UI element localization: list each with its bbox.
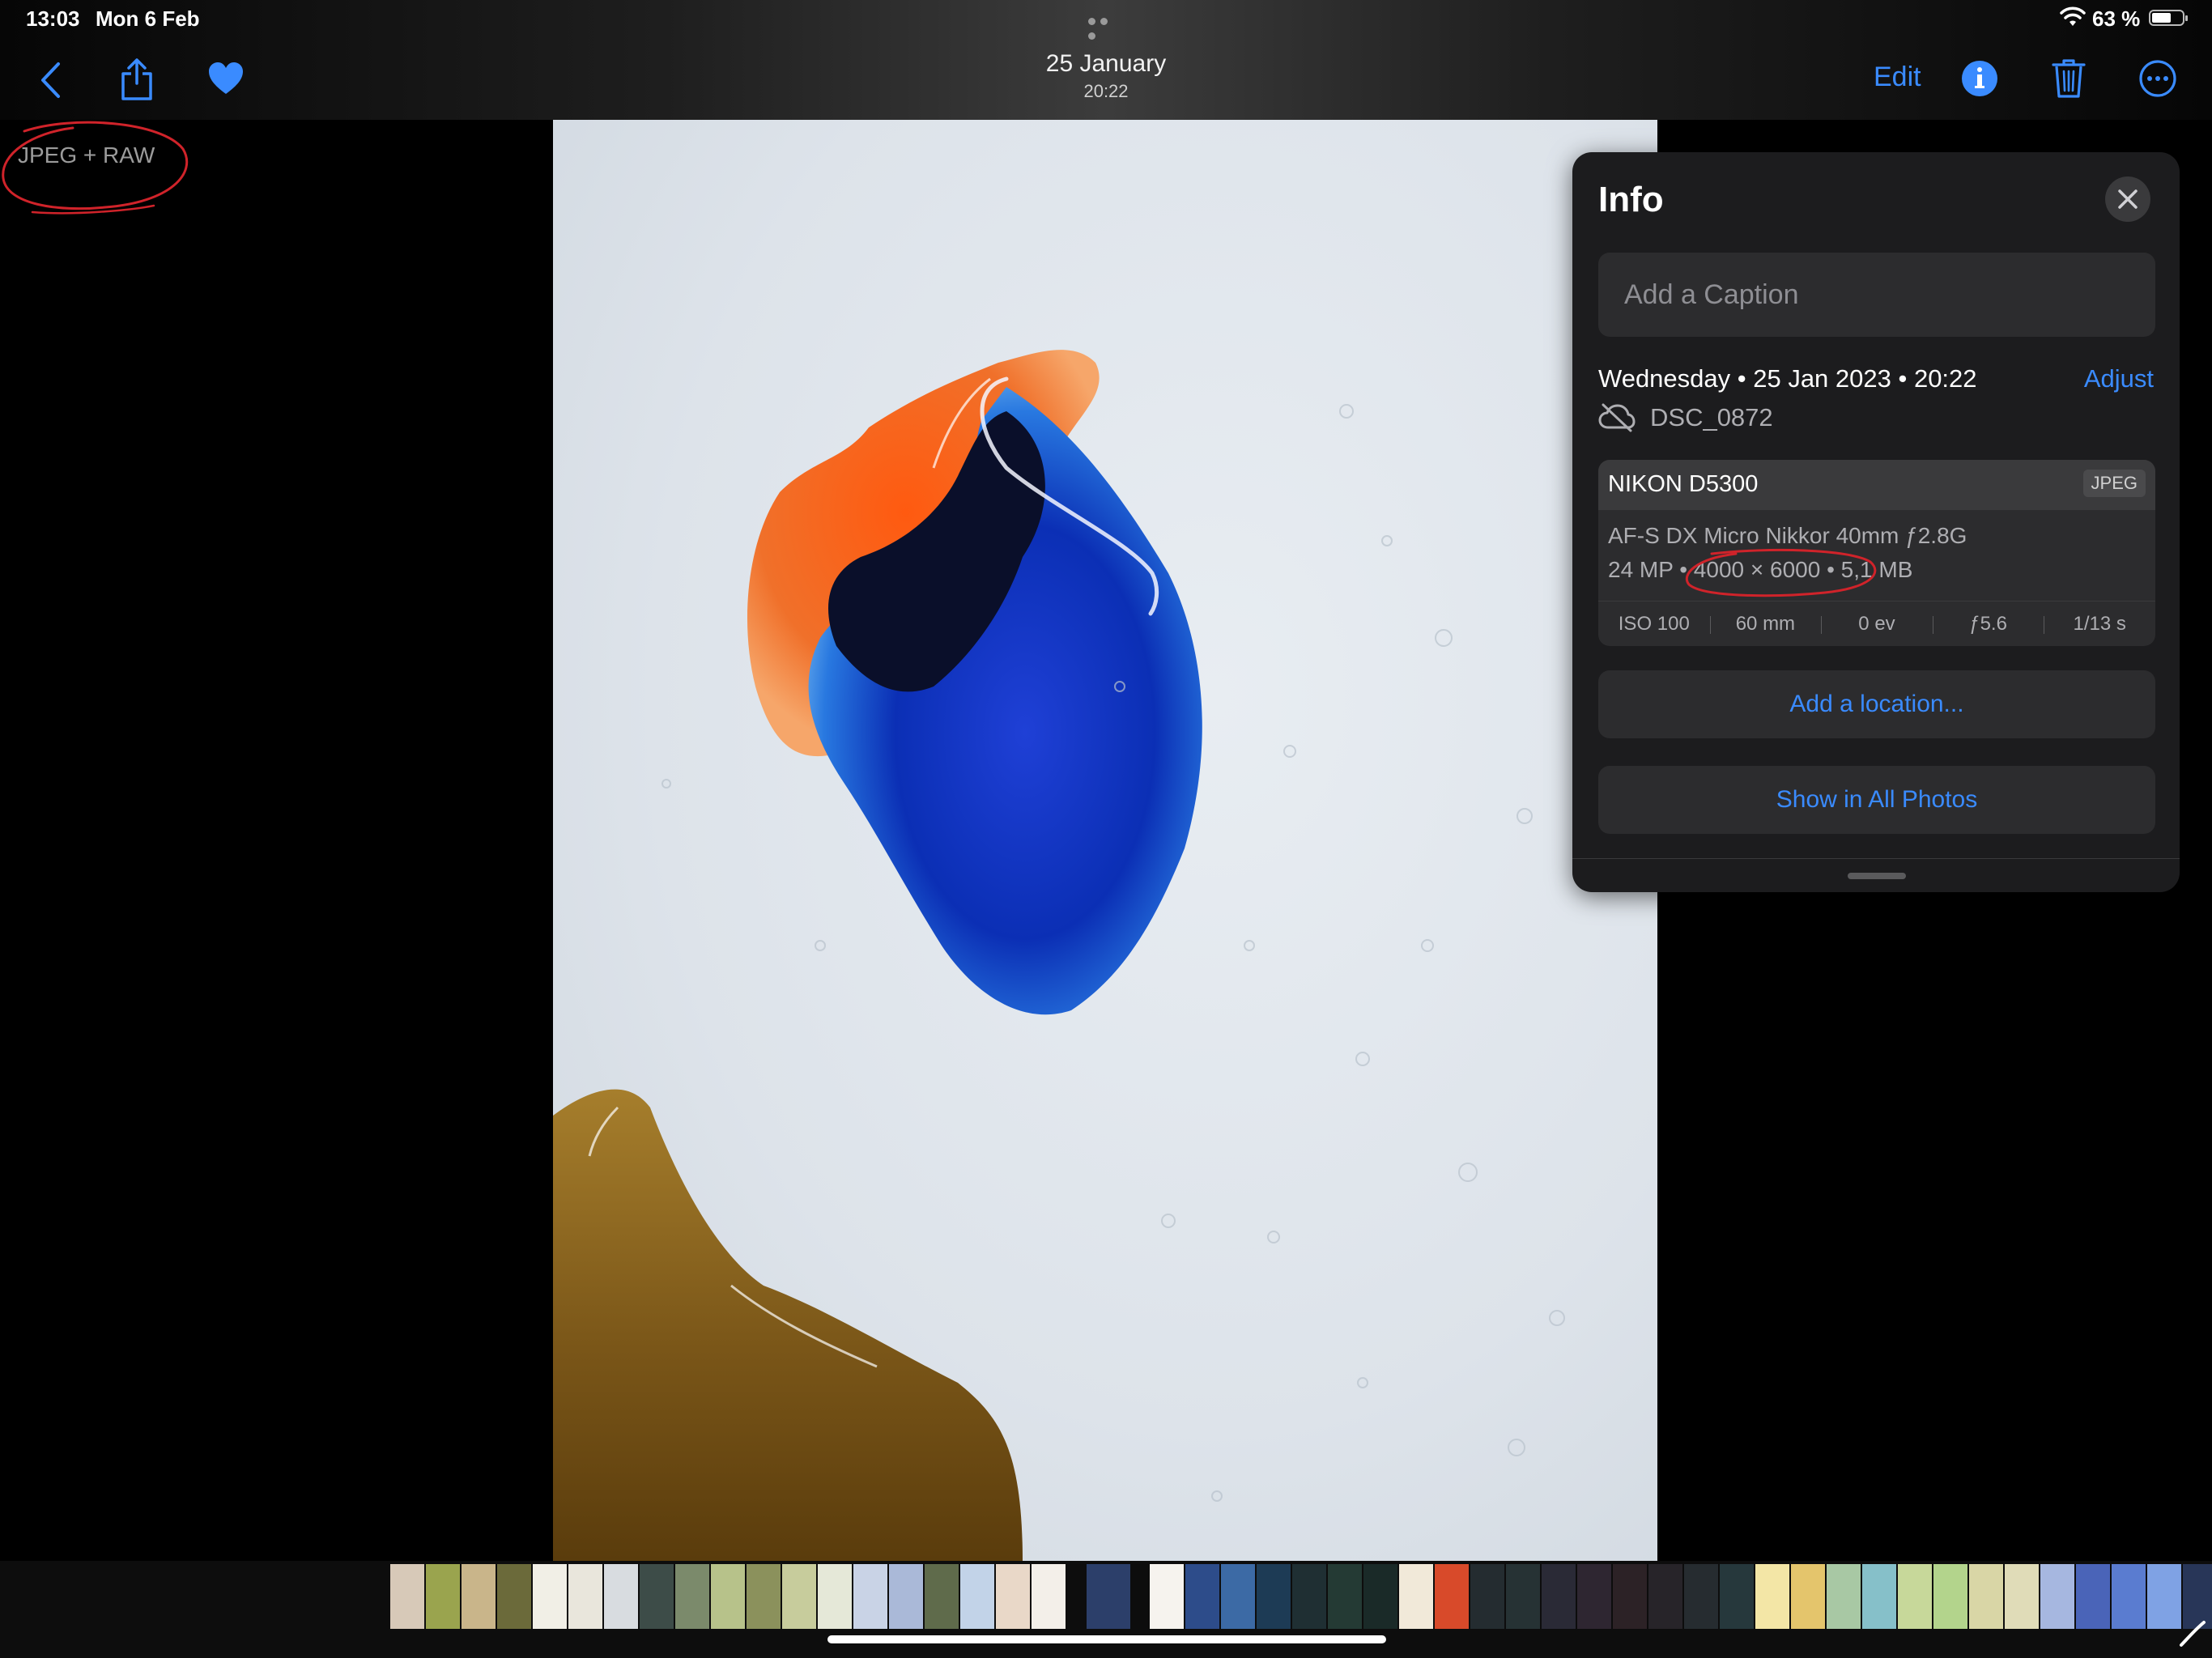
thumbnail[interactable] [996,1564,1030,1629]
more-icon[interactable] [2139,60,2176,97]
thumbnail[interactable] [1720,1564,1754,1629]
main-photo[interactable] [553,120,1657,1561]
status-time: 13:03 [26,6,80,31]
thumbnail[interactable] [568,1564,602,1629]
thumbnail[interactable] [1684,1564,1718,1629]
battery-icon [2149,10,2188,26]
thumbnail[interactable] [1257,1564,1291,1629]
add-location-button[interactable]: Add a location... [1598,670,2155,738]
thumbnail[interactable] [675,1564,709,1629]
photo-date: 25 January [1045,50,1167,77]
thumbnail[interactable] [1542,1564,1576,1629]
multitasking-dots-icon[interactable] [1088,15,1124,40]
heart-icon[interactable] [206,60,246,97]
thumbnail[interactable] [1032,1564,1066,1629]
thumbnail[interactable] [604,1564,638,1629]
trash-icon[interactable] [2052,58,2086,99]
thumbnail[interactable] [1150,1564,1184,1629]
thumbnail[interactable] [1933,1564,1967,1629]
thumbnail[interactable] [390,1564,424,1629]
annotation-circle-mark [2,121,189,215]
panel-grabber[interactable] [1848,873,1906,879]
camera-header: NIKON D5300 JPEG [1598,460,2155,510]
thumbnail[interactable] [818,1564,852,1629]
thumbnail[interactable] [1470,1564,1504,1629]
thumbnail[interactable] [1898,1564,1932,1629]
share-icon[interactable] [118,57,155,102]
thumbnail[interactable] [782,1564,816,1629]
edit-button[interactable]: Edit [1874,62,1921,93]
show-in-all-photos-button[interactable]: Show in All Photos [1598,766,2155,834]
adjust-button[interactable]: Adjust [2084,364,2154,393]
megapixels: 24 MP [1608,557,1674,582]
thumbnail[interactable] [462,1564,496,1629]
filmstrip [0,1561,2212,1658]
thumbnail[interactable] [533,1564,567,1629]
info-panel: Info Wednesday • 25 Jan 2023 • 20:22 Adj… [1572,152,2180,892]
info-panel-title: Info [1598,180,1664,219]
wifi-icon [2060,6,2086,26]
filename: DSC_0872 [1650,403,1773,432]
thumbnail[interactable] [497,1564,531,1629]
exif-row: ISO 100 60 mm 0 ev ƒ5.6 1/13 s [1598,601,2155,646]
exif-shutter-speed: 1/13 s [2044,602,2155,646]
thumbnail[interactable] [853,1564,887,1629]
thumbnail[interactable] [1292,1564,1326,1629]
thumbnail[interactable] [1185,1564,1219,1629]
back-chevron-icon[interactable] [34,60,66,100]
thumbnail[interactable] [1827,1564,1861,1629]
pencil-icon[interactable] [2178,1619,2207,1648]
thumbnail[interactable] [889,1564,923,1629]
thumbnail[interactable] [747,1564,781,1629]
exif-focal-length: 60 mm [1709,602,1822,646]
thumbnail[interactable] [1648,1564,1682,1629]
info-icon[interactable] [1961,60,1998,97]
status-date: Mon 6 Feb [96,6,200,31]
home-indicator[interactable] [827,1635,1386,1643]
nav-title: 25 January 20:22 [944,50,1268,102]
thumbnail[interactable] [960,1564,994,1629]
exif-aperture: ƒ5.6 [1932,602,2044,646]
thumbnail[interactable] [1506,1564,1540,1629]
thumbnail[interactable] [1221,1564,1255,1629]
thumbnail[interactable] [1862,1564,1896,1629]
thumbnail[interactable] [1399,1564,1433,1629]
annotation-circle-mark [1685,548,1877,597]
thumbnail[interactable] [1613,1564,1647,1629]
cloud-off-icon [1598,403,1636,432]
exif-iso: ISO 100 [1618,613,1690,635]
thumbnail[interactable] [2076,1564,2110,1629]
lens-info: AF-S DX Micro Nikkor 40mm ƒ2.8G [1608,523,1967,548]
camera-card: NIKON D5300 JPEG AF-S DX Micro Nikkor 40… [1598,460,2155,646]
thumbnail[interactable] [925,1564,959,1629]
thumbnail-strip[interactable] [390,1564,2212,1629]
camera-name: NIKON D5300 [1608,471,1759,497]
photo-datetime: Wednesday • 25 Jan 2023 • 20:22 [1598,364,1977,393]
thumbnail[interactable] [2112,1564,2146,1629]
thumbnail[interactable] [640,1564,674,1629]
thumbnail[interactable] [1328,1564,1362,1629]
thumbnail[interactable] [2005,1564,2039,1629]
photo-time: 20:22 [1083,81,1129,101]
close-icon[interactable] [2105,176,2150,222]
thumbnail[interactable] [1435,1564,1469,1629]
exif-exposure-bias: 0 ev [1821,602,1933,646]
battery-percent: 63 % [2092,6,2141,31]
thumbnail[interactable] [2147,1564,2181,1629]
thumbnail[interactable] [426,1564,460,1629]
caption-input[interactable] [1598,253,2155,337]
thumbnail[interactable] [711,1564,745,1629]
status-bar: 13:03 Mon 6 Feb 63 % [0,0,2212,40]
thumbnail[interactable] [1755,1564,1789,1629]
thumbnail[interactable] [2040,1564,2074,1629]
thumbnail-selected[interactable] [1087,1564,1130,1629]
thumbnail[interactable] [1577,1564,1611,1629]
thumbnail[interactable] [1791,1564,1825,1629]
panel-divider [1572,858,2180,859]
thumbnail[interactable] [1969,1564,2003,1629]
thumbnail[interactable] [1363,1564,1397,1629]
format-badge: JPEG [2082,470,2146,497]
